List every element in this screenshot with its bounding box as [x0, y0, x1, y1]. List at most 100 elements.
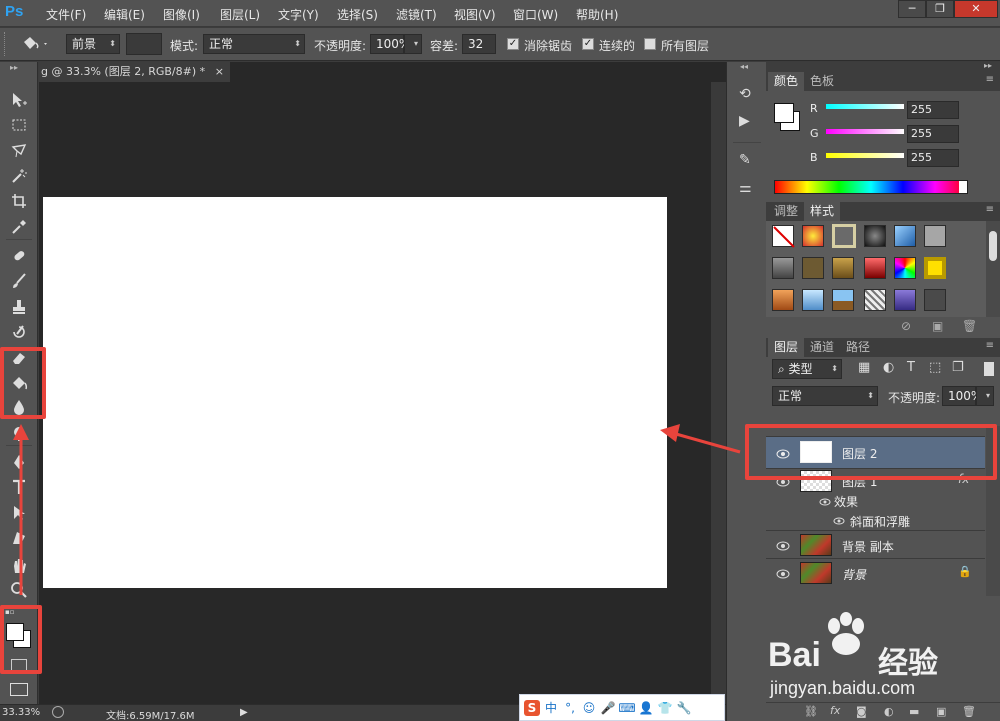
restore-button[interactable]: ❐: [926, 0, 954, 18]
r-slider[interactable]: [826, 104, 904, 109]
opacity-dropdown[interactable]: ▾: [404, 34, 422, 54]
lasso-tool-icon[interactable]: [9, 141, 29, 161]
layer-row-bg-copy[interactable]: 背景 副本: [766, 530, 985, 558]
visibility-eye-icon[interactable]: [832, 515, 846, 525]
filter-type-icon[interactable]: T: [907, 360, 915, 375]
hand-tool-icon[interactable]: [9, 556, 29, 576]
b-slider[interactable]: [826, 153, 904, 158]
keyboard-icon[interactable]: ⌨: [618, 700, 635, 716]
tolerance-input[interactable]: 32: [462, 34, 496, 54]
clear-style-icon[interactable]: ⊘: [901, 319, 911, 333]
path-selection-tool-icon[interactable]: [9, 503, 29, 523]
trash-icon[interactable]: 🗑: [962, 705, 976, 718]
punctuation-icon[interactable]: °,: [562, 700, 578, 716]
brush-presets-icon[interactable]: ✎: [739, 152, 751, 168]
menu-window[interactable]: 窗口(W): [513, 6, 558, 23]
layer-filter-select[interactable]: ⌕ 类型 ⬍: [772, 359, 842, 379]
zoom-tool-icon[interactable]: [9, 580, 29, 600]
tab-swatches[interactable]: 色板: [804, 72, 840, 91]
new-style-icon[interactable]: ▣: [932, 319, 943, 333]
style-swatch[interactable]: [924, 257, 946, 279]
tab-layers[interactable]: 图层: [768, 338, 805, 357]
tab-color[interactable]: 颜色: [768, 72, 805, 91]
panel-menu-icon[interactable]: ≡: [986, 74, 994, 85]
style-swatch[interactable]: [772, 289, 794, 311]
menu-type[interactable]: 文字(Y): [278, 6, 319, 23]
screen-mode-icon[interactable]: [10, 683, 28, 696]
styles-scrollbar[interactable]: [986, 221, 1000, 317]
visibility-eye-icon[interactable]: [776, 540, 790, 551]
menu-image[interactable]: 图像(I): [163, 6, 200, 23]
layer-name[interactable]: 背景: [842, 566, 866, 583]
shape-tool-icon[interactable]: [9, 528, 29, 548]
tab-channels[interactable]: 通道: [804, 338, 840, 357]
ime-mode-label[interactable]: 中: [543, 700, 559, 716]
menu-file[interactable]: 文件(F): [46, 6, 86, 23]
r-value-input[interactable]: 255: [907, 101, 959, 119]
panel-menu-icon[interactable]: ≡: [986, 340, 994, 351]
style-swatch[interactable]: [894, 289, 916, 311]
style-swatch[interactable]: [802, 289, 824, 311]
paint-bucket-preset-icon[interactable]: [20, 34, 50, 57]
style-swatch[interactable]: [864, 225, 886, 247]
eyedropper-tool-icon[interactable]: [9, 217, 29, 237]
document-tab[interactable]: g @ 33.3% (图层 2, RGB/8#) * ×: [39, 62, 230, 82]
layer-opacity-dropdown[interactable]: ▾: [976, 386, 994, 406]
style-swatch[interactable]: [802, 257, 824, 279]
layer-name[interactable]: 背景 副本: [842, 538, 894, 555]
clone-stamp-tool-icon[interactable]: [9, 297, 29, 317]
sogou-logo-icon[interactable]: S: [524, 699, 540, 716]
blend-mode-select[interactable]: 正常 ⬍: [772, 386, 878, 406]
menu-filter[interactable]: 滤镜(T): [396, 6, 437, 23]
style-swatch[interactable]: [894, 225, 916, 247]
status-options-icon[interactable]: [52, 706, 64, 718]
magic-wand-tool-icon[interactable]: [9, 166, 29, 186]
style-swatch-selected[interactable]: [832, 224, 856, 248]
play-arrow-icon[interactable]: ▶: [240, 707, 248, 718]
brush-tool-icon[interactable]: [9, 271, 29, 291]
color-spectrum-ramp[interactable]: [774, 180, 968, 194]
menu-help[interactable]: 帮助(H): [576, 6, 618, 23]
filter-smart-icon[interactable]: ❐: [952, 360, 964, 375]
collapse-dock-icon[interactable]: ◂◂: [740, 62, 748, 71]
style-none-swatch[interactable]: [772, 225, 795, 248]
style-swatch[interactable]: [924, 289, 946, 311]
fill-source-select[interactable]: 前景 ⬍: [66, 34, 120, 54]
tab-adjustments[interactable]: 调整: [768, 202, 804, 221]
menu-edit[interactable]: 编辑(E): [104, 6, 145, 23]
minimize-button[interactable]: ─: [898, 0, 926, 18]
g-slider[interactable]: [826, 129, 904, 134]
close-tab-icon[interactable]: ×: [215, 62, 224, 82]
vertical-scrollbar[interactable]: [711, 82, 726, 704]
type-tool-icon[interactable]: [9, 477, 29, 497]
all-layers-checkbox[interactable]: [644, 38, 656, 50]
tab-paths[interactable]: 路径: [840, 338, 876, 357]
contiguous-checkbox[interactable]: ✓: [582, 38, 594, 50]
new-layer-icon[interactable]: ▣: [936, 705, 946, 718]
spectrum-white-patch[interactable]: [959, 181, 967, 193]
marquee-tool-icon[interactable]: [9, 115, 29, 135]
panel-menu-icon[interactable]: ≡: [986, 204, 994, 215]
skin-icon[interactable]: 👕: [657, 700, 673, 716]
visibility-eye-icon[interactable]: [818, 496, 832, 506]
user-icon[interactable]: 👤: [638, 700, 654, 716]
tab-styles[interactable]: 样式: [804, 202, 841, 221]
microphone-icon[interactable]: 🎤: [600, 700, 616, 716]
antialias-checkbox[interactable]: ✓: [507, 38, 519, 50]
style-swatch[interactable]: [894, 257, 916, 279]
zoom-level[interactable]: 33.33%: [2, 707, 40, 718]
filter-pixel-icon[interactable]: ▦: [858, 360, 870, 375]
layer-row-background[interactable]: 背景 🔒: [766, 558, 985, 586]
style-swatch[interactable]: [832, 289, 854, 311]
emoji-icon[interactable]: ☺: [581, 700, 597, 716]
bevel-emboss-row[interactable]: 斜面和浮雕: [766, 510, 985, 530]
filter-toggle[interactable]: [984, 362, 994, 376]
options-grip[interactable]: [4, 32, 8, 56]
tools-icon[interactable]: 🔧: [676, 700, 692, 716]
trash-icon[interactable]: 🗑: [962, 319, 977, 333]
style-swatch[interactable]: [864, 257, 886, 279]
link-layers-icon[interactable]: ⛓: [804, 705, 818, 718]
menu-view[interactable]: 视图(V): [454, 6, 496, 23]
style-swatch[interactable]: [832, 257, 854, 279]
menu-layer[interactable]: 图层(L): [220, 6, 260, 23]
